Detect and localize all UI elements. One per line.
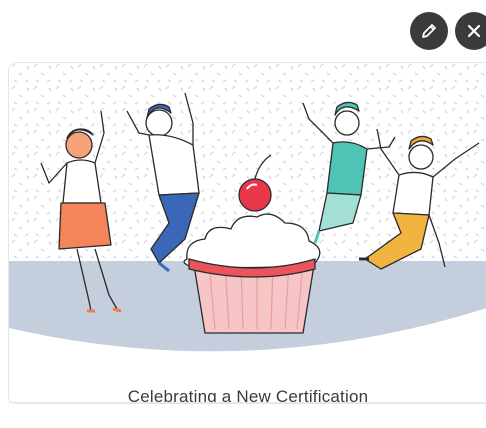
divider: [8, 402, 486, 403]
close-button[interactable]: [455, 12, 486, 50]
edit-button[interactable]: [410, 12, 448, 50]
pencil-icon: [422, 24, 436, 38]
celebration-illustration: [9, 63, 486, 352]
celebration-card: Celebrating a New Certification: [8, 62, 486, 404]
close-icon: [467, 24, 481, 38]
